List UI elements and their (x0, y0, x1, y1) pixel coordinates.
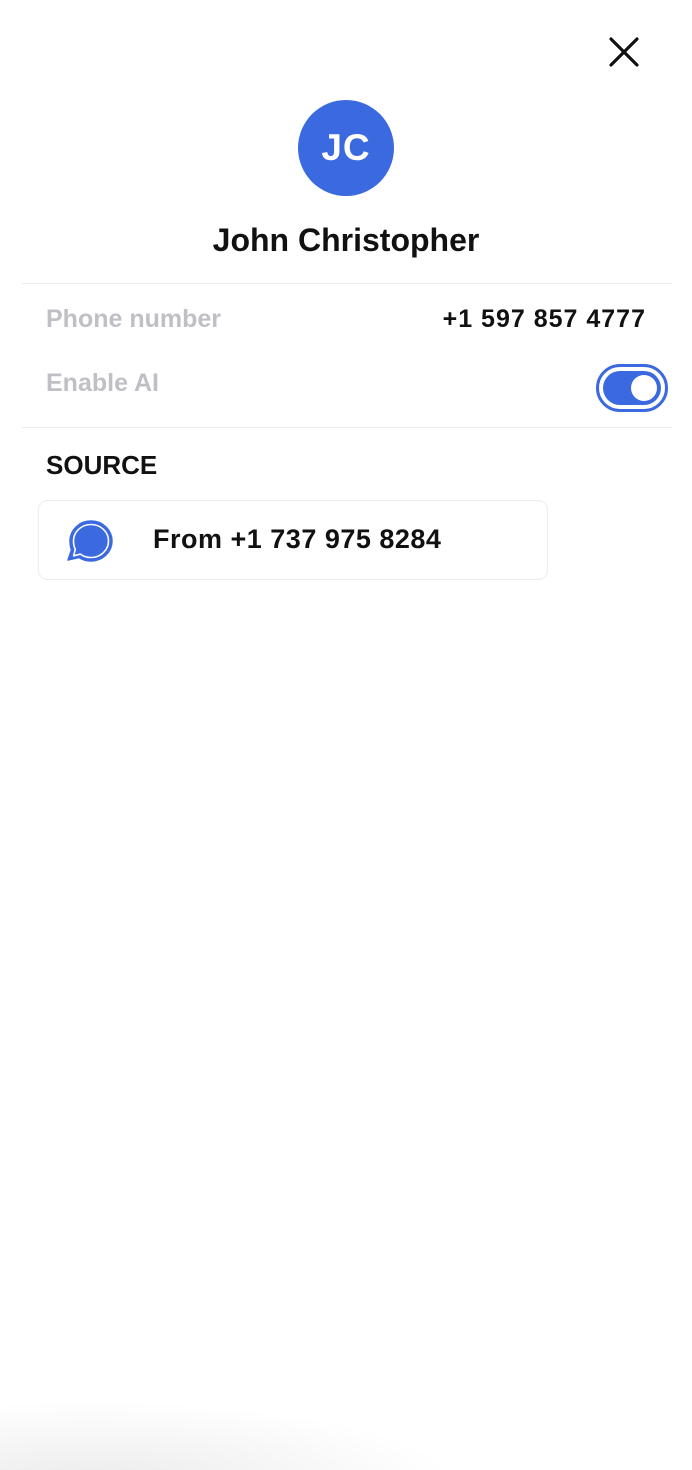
phone-number-value: +1 597 857 4777 (442, 305, 646, 333)
divider (22, 427, 672, 428)
close-icon (609, 37, 639, 67)
contact-name: John Christopher (212, 222, 480, 258)
toggle-track (603, 371, 661, 405)
toggle-knob (631, 375, 657, 401)
contact-details-panel: JC John Christopher Phone number +1 597 … (0, 0, 692, 1470)
avatar: JC (298, 100, 394, 196)
bottom-shadow (0, 1400, 460, 1470)
enable-ai-label: Enable AI (46, 369, 159, 397)
source-section-title: SOURCE (46, 450, 158, 480)
divider (22, 283, 672, 284)
chat-bubble-icon (67, 520, 113, 562)
phone-number-label: Phone number (46, 305, 222, 333)
enable-ai-toggle[interactable] (596, 364, 668, 412)
close-button[interactable] (600, 28, 648, 76)
source-item-label: From +1 737 975 8284 (153, 524, 442, 554)
source-item[interactable]: From +1 737 975 8284 (38, 500, 548, 580)
avatar-initials: JC (321, 127, 371, 168)
